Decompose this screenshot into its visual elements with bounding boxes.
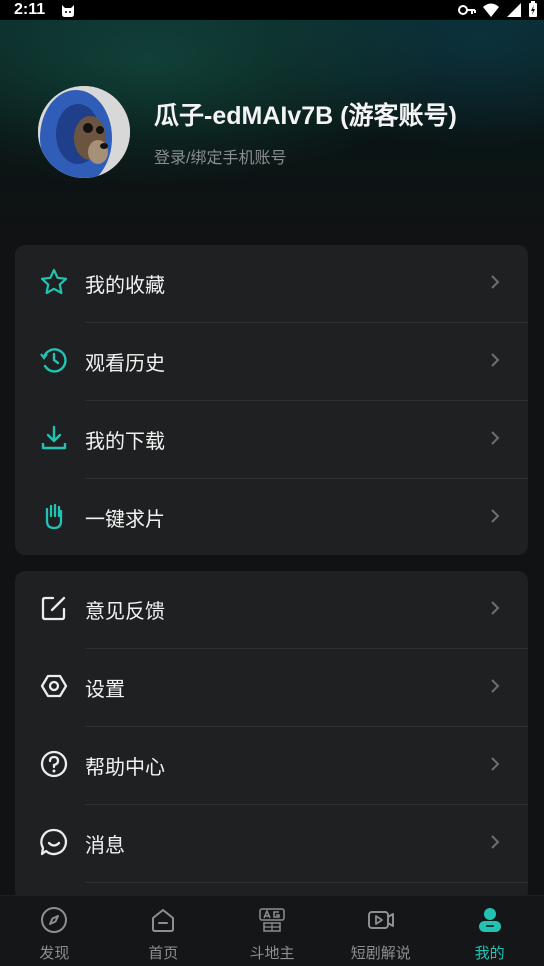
chevron-right-icon (488, 598, 502, 618)
key-icon (458, 4, 476, 15)
menu-item-messages[interactable]: 消息 (15, 805, 528, 883)
nav-tab-discover[interactable]: 发现 (0, 896, 109, 966)
download-icon (39, 423, 69, 453)
battery-icon (529, 1, 537, 17)
nav-label: 首页 (148, 945, 179, 962)
chevron-right-icon (488, 350, 502, 370)
menu-item-label: 意见反馈 (85, 601, 165, 623)
home-icon (149, 906, 177, 934)
feedback-icon (39, 593, 69, 623)
menu-item-feedback[interactable]: 意见反馈 (15, 571, 528, 649)
nav-label: 短剧解说 (350, 945, 411, 962)
settings-icon (39, 671, 69, 701)
chevron-right-icon (488, 676, 502, 696)
bottom-navigation: 发现 首页 斗地主 短剧解说 我的 (0, 895, 544, 966)
hand-icon (39, 501, 69, 531)
message-icon (39, 827, 69, 857)
menu-item-favorites[interactable]: 我的收藏 (15, 245, 528, 323)
menu-card-primary: 我的收藏 观看历史 我的下载 一键求片 (15, 245, 528, 555)
chevron-right-icon (488, 506, 502, 526)
chevron-right-icon (488, 272, 502, 292)
menu-item-label: 帮助中心 (85, 757, 165, 779)
nav-tab-short-drama[interactable]: 短剧解说 (326, 896, 435, 966)
menu-item-label: 观看历史 (85, 353, 165, 375)
menu-card-secondary: 意见反馈 设置 帮助中心 消息 (15, 571, 528, 901)
signal-icon (507, 2, 521, 17)
compass-icon (40, 906, 68, 934)
star-icon (39, 267, 69, 297)
status-icons (458, 1, 538, 18)
menu-item-label: 消息 (85, 835, 125, 857)
notification-cat-icon (60, 2, 76, 23)
menu-item-label: 设置 (85, 679, 125, 701)
profile-icon (476, 906, 504, 934)
status-bar: 2:11 (0, 0, 544, 20)
wifi-icon (483, 3, 499, 17)
nav-label: 斗地主 (249, 945, 295, 962)
divider (85, 882, 528, 883)
history-icon (39, 345, 69, 375)
nav-label: 发现 (39, 945, 70, 962)
menu-item-history[interactable]: 观看历史 (15, 323, 528, 401)
profile-section: 瓜子-edMAIv7B (游客账号) 登录/绑定手机账号 (38, 86, 518, 178)
help-icon (39, 749, 69, 779)
menu-item-help-center[interactable]: 帮助中心 (15, 727, 528, 805)
nav-tab-landlord-game[interactable]: 斗地主 (218, 896, 327, 966)
nav-tab-mine[interactable]: 我的 (435, 896, 544, 966)
ag-game-icon (258, 906, 286, 934)
login-bind-phone-link[interactable]: 登录/绑定手机账号 (154, 144, 286, 168)
menu-item-label: 我的下载 (85, 431, 165, 453)
avatar[interactable] (38, 86, 130, 178)
nav-label: 我的 (474, 945, 505, 962)
nav-tab-home[interactable]: 首页 (109, 896, 218, 966)
video-icon (367, 906, 395, 934)
menu-item-label: 一键求片 (85, 509, 165, 531)
menu-item-request-movie[interactable]: 一键求片 (15, 479, 528, 555)
status-time: 2:11 (14, 1, 46, 18)
chevron-right-icon (488, 754, 502, 774)
user-name: 瓜子-edMAIv7B (游客账号) (154, 102, 457, 130)
chevron-right-icon (488, 428, 502, 448)
chevron-right-icon (488, 832, 502, 852)
menu-item-label: 我的收藏 (85, 275, 165, 297)
menu-item-downloads[interactable]: 我的下载 (15, 401, 528, 479)
menu-item-settings[interactable]: 设置 (15, 649, 528, 727)
